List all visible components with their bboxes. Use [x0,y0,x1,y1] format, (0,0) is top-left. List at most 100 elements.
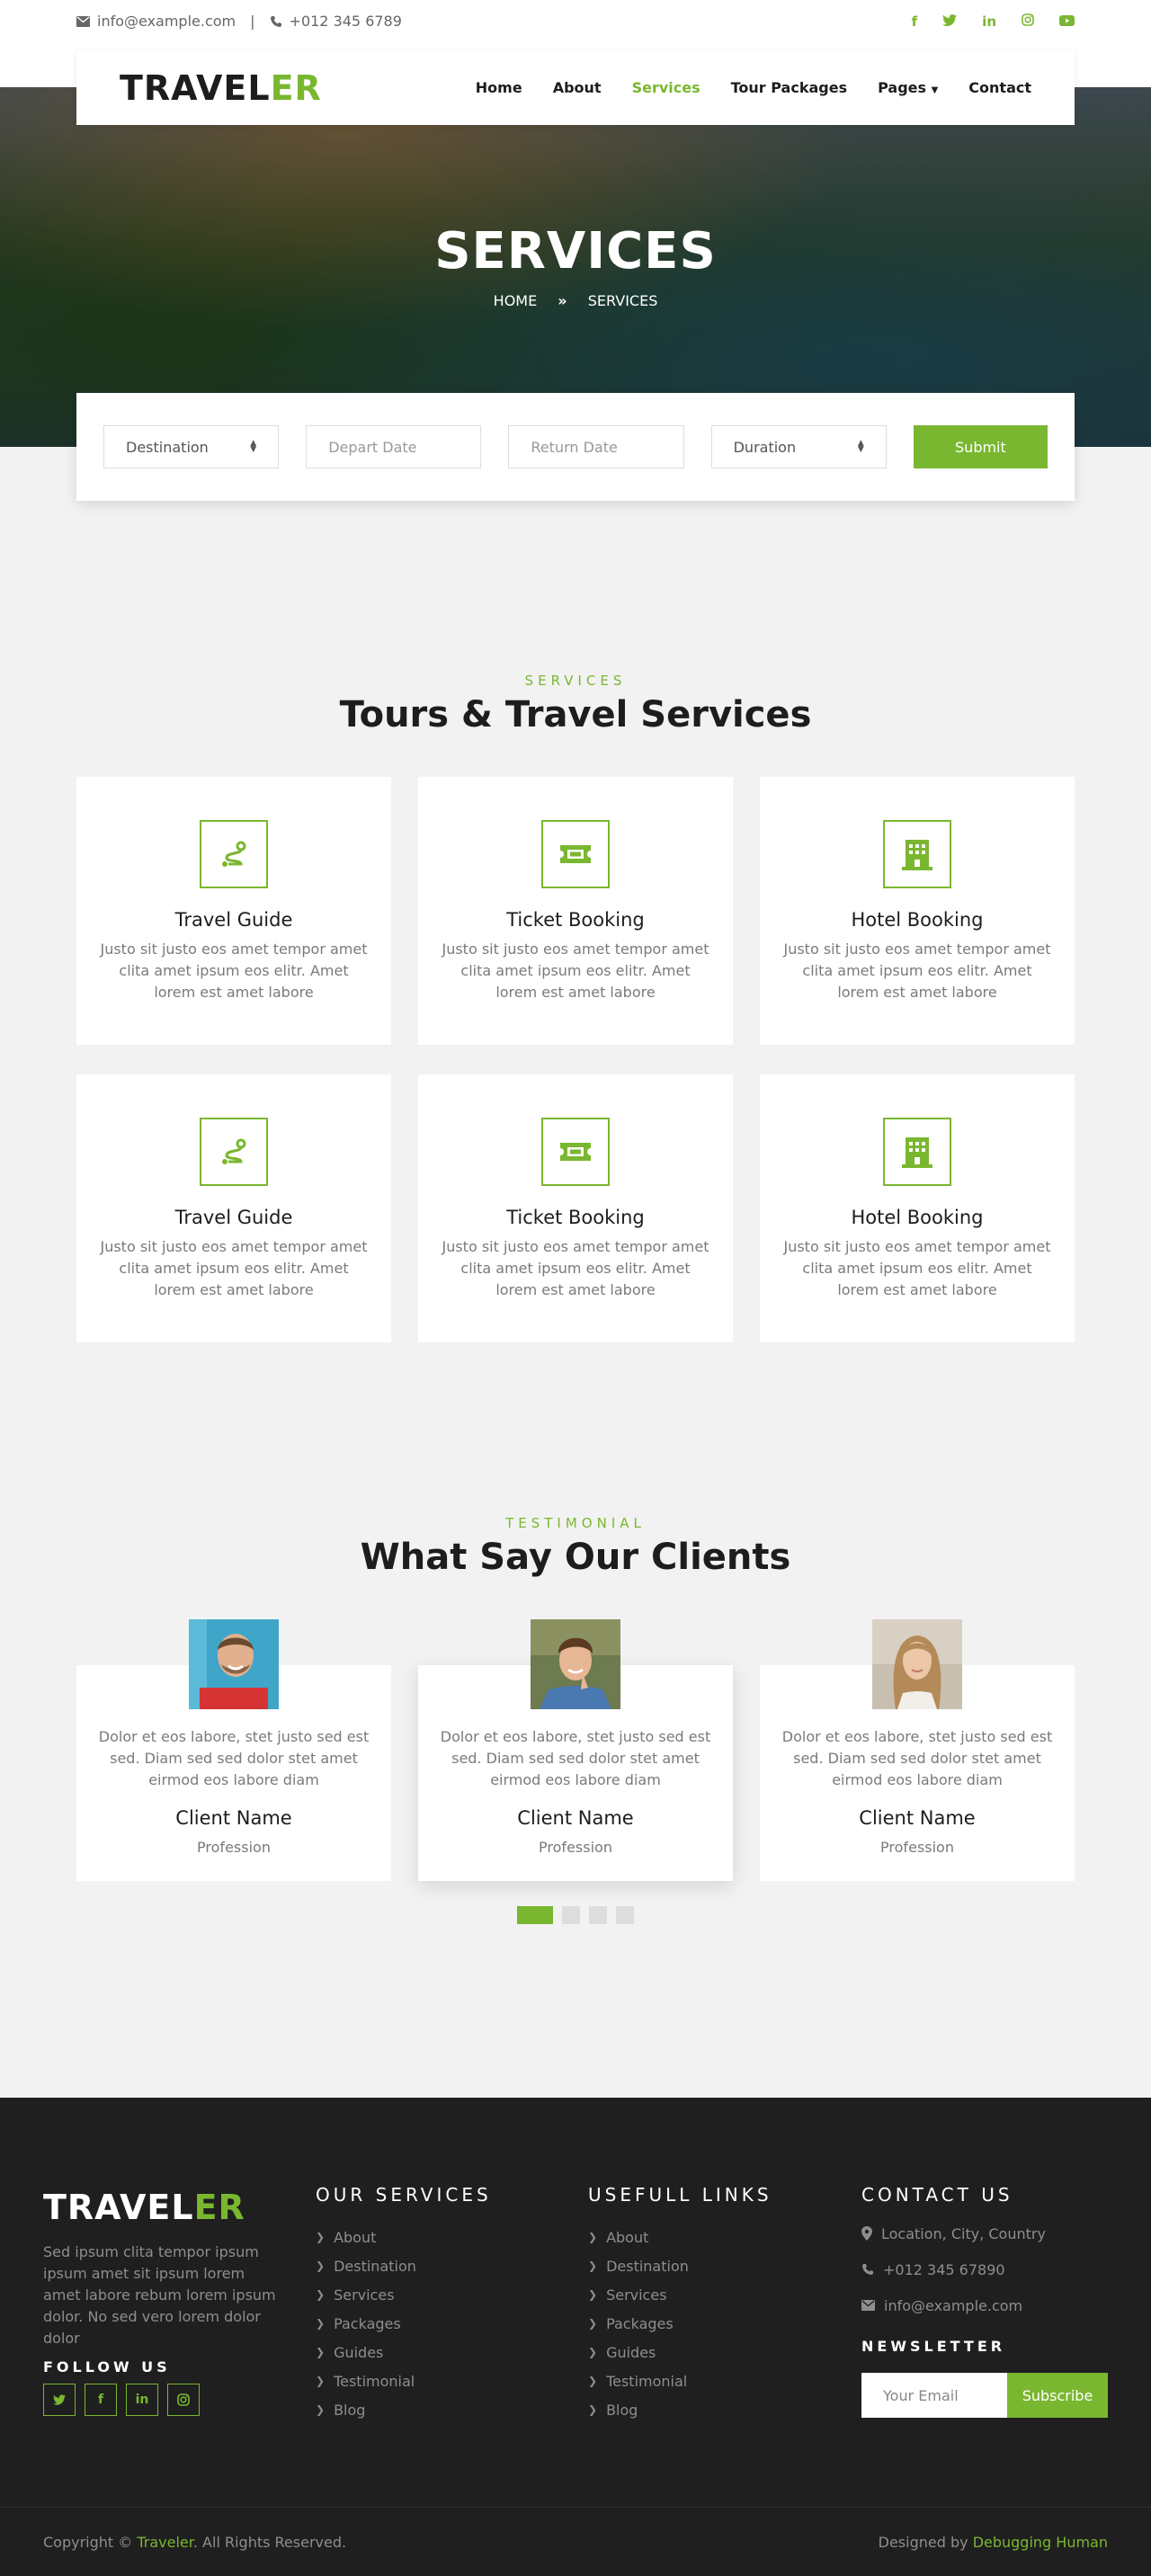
avatar [872,1619,962,1709]
designer-link[interactable]: Debugging Human [973,2534,1108,2551]
footer-link[interactable]: ❯ Destination [588,2251,689,2280]
copyright-text: Copyright © Traveler. All Rights Reserve… [43,2533,347,2551]
footer-about: Sed ipsum clita tempor ipsum ipsum amet … [43,2243,276,2347]
contact-us-heading: CONTACT US [861,2184,1013,2206]
facebook-icon[interactable]: f [912,13,918,30]
carousel-dot-active[interactable] [517,1906,553,1924]
service-text: Justo sit justo eos amet tempor amet cli… [100,940,368,1001]
copyright-brand-link[interactable]: Traveler [137,2534,193,2551]
envelope-icon [861,2300,875,2311]
footer-link[interactable]: ❯ Guides [316,2338,416,2367]
facebook-icon[interactable]: f [85,2384,117,2416]
footer-link[interactable]: ❯ Blog [316,2395,416,2424]
footer-contact: Location, City, Country +012 345 67890 i… [861,2215,1046,2323]
chevron-right-icon: ❯ [588,2317,598,2330]
instagram-icon[interactable] [167,2384,200,2416]
service-card[interactable]: Hotel Booking Justo sit justo eos amet t… [760,777,1075,1045]
testimonial-label: TESTIMONIAL [505,1515,646,1531]
chevron-right-icon: ❯ [316,2231,326,2243]
phone-icon [270,15,281,27]
our-services-heading: OUR SERVICES [316,2184,492,2206]
chevron-right-icon: ❯ [316,2288,326,2301]
main-navbar: TRAVELER Home About Services Tour Packag… [76,50,1075,125]
client-profession: Profession [880,1839,954,1856]
nav-item-services[interactable]: Services [632,79,700,96]
service-text: Justo sit justo eos amet tempor amet cli… [783,1238,1051,1298]
footer-useful-list: ❯ About ❯ Destination ❯ Services ❯ Packages … [588,2223,689,2424]
service-title: Travel Guide [174,1207,293,1228]
service-title: Ticket Booking [506,909,645,931]
contact-phone[interactable]: +012 345 67890 [861,2251,1046,2287]
breadcrumb-home[interactable]: HOME [494,292,538,309]
footer-link[interactable]: ❯ Packages [316,2309,416,2338]
instagram-icon[interactable] [1022,13,1034,30]
linkedin-icon[interactable]: in [126,2384,158,2416]
carousel-dot[interactable] [616,1906,634,1924]
twitter-icon[interactable] [942,13,958,30]
route-icon [200,820,268,888]
return-date-input[interactable]: Return Date [508,425,684,468]
carousel-dot[interactable] [589,1906,607,1924]
booking-form: Destination ▲ ▼ Depart Date Return Date D… [76,393,1075,501]
service-text: Justo sit justo eos amet tempor amet cli… [783,940,1051,1001]
chevron-right-icon: ❯ [588,2231,598,2243]
chevron-right-icon: ❯ [316,2403,326,2416]
topbar-email[interactable]: info@example.com [76,13,236,30]
ticket-icon [541,820,610,888]
destination-select[interactable]: Destination ▲ ▼ [103,425,280,468]
site-logo[interactable]: TRAVELER [120,68,322,108]
service-card[interactable]: Travel Guide Justo sit justo eos amet te… [76,777,391,1045]
contact-email[interactable]: info@example.com [861,2287,1046,2323]
footer-link[interactable]: ❯ About [588,2223,689,2251]
footer-link[interactable]: ❯ Guides [588,2338,689,2367]
testimonial-text: Dolor et eos labore, stet justo sed est … [781,1728,1053,1788]
twitter-icon[interactable] [43,2384,76,2416]
youtube-icon[interactable] [1059,13,1075,30]
service-title: Hotel Booking [851,909,984,931]
topbar-phone[interactable]: +012 345 6789 [270,13,402,30]
footer-link[interactable]: ❯ About [316,2223,416,2251]
nav-item-pages[interactable]: Pages ▼ [878,79,938,96]
depart-date-input[interactable]: Depart Date [306,425,482,468]
footer-link[interactable]: ❯ Destination [316,2251,416,2280]
footer-logo[interactable]: TRAVELER [43,2188,245,2227]
submit-button[interactable]: Submit [913,425,1048,468]
service-text: Justo sit justo eos amet tempor amet cli… [100,1238,368,1298]
footer-link[interactable]: ❯ Services [588,2280,689,2309]
client-name: Client Name [175,1807,292,1829]
page: info@example.com | +012 345 6789 f in TR… [0,0,1151,2576]
footer-link[interactable]: ❯ Blog [588,2395,689,2424]
service-card[interactable]: Hotel Booking Justo sit justo eos amet t… [760,1074,1075,1342]
chevron-right-icon: ❯ [588,2375,598,2387]
client-profession: Profession [197,1839,271,1856]
footer-link[interactable]: ❯ Testimonial [316,2367,416,2395]
nav-item-tour-packages[interactable]: Tour Packages [731,79,847,96]
chevron-right-icon: ❯ [588,2288,598,2301]
designed-by-text: Designed by Debugging Human [878,2533,1108,2551]
service-card[interactable]: Travel Guide Justo sit justo eos amet te… [76,1074,391,1342]
site-footer: TRAVELER Sed ipsum clita tempor ipsum ip… [0,2098,1151,2576]
client-name: Client Name [517,1807,634,1829]
double-chevron-right-icon: » [558,292,567,309]
duration-select[interactable]: Duration ▲ ▼ [710,425,887,468]
footer-link[interactable]: ❯ Testimonial [588,2367,689,2395]
carousel-dot[interactable] [562,1906,580,1924]
service-card[interactable]: Ticket Booking Justo sit justo eos amet … [418,1074,733,1342]
chevron-right-icon: ❯ [316,2260,326,2272]
subscribe-button[interactable]: Subscribe [1007,2373,1108,2418]
service-title: Travel Guide [174,909,293,931]
linkedin-icon[interactable]: in [982,13,996,30]
chevron-right-icon: ❯ [316,2346,326,2358]
page-title: SERVICES [434,222,717,281]
nav-item-contact[interactable]: Contact [968,79,1031,96]
topbar-socials: f in [912,13,1075,30]
footer-link[interactable]: ❯ Services [316,2280,416,2309]
footer-link[interactable]: ❯ Packages [588,2309,689,2338]
newsletter-heading: NEWSLETTER [861,2338,1006,2355]
hotel-icon [883,820,951,888]
nav-item-about[interactable]: About [553,79,602,96]
chevron-right-icon: ❯ [588,2346,598,2358]
nav-item-home[interactable]: Home [476,79,522,96]
newsletter-email-input[interactable]: Your Email [861,2373,1007,2418]
service-card[interactable]: Ticket Booking Justo sit justo eos amet … [418,777,733,1045]
